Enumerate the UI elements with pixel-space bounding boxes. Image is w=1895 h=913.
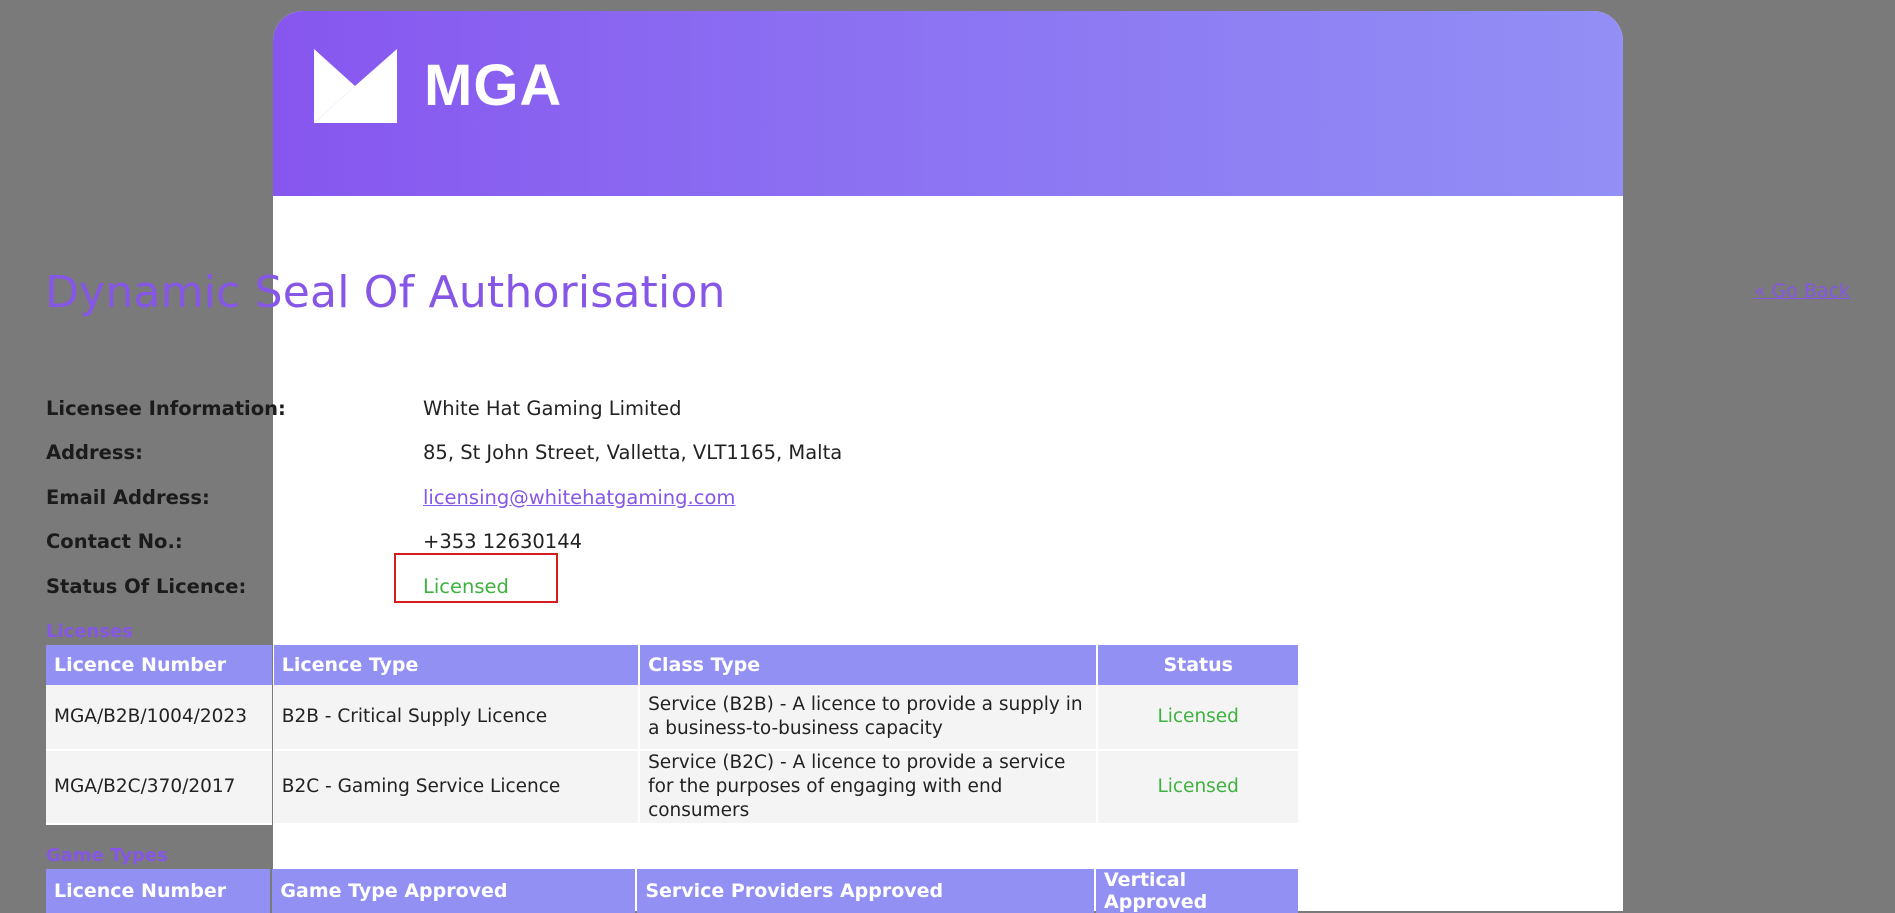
header-banner: MGA (273, 11, 1623, 196)
status-highlight-box (394, 553, 558, 603)
col-service-providers-approved: Service Providers Approved (637, 869, 1095, 913)
address-row: Address: 85, St John Street, Valletta, V… (46, 431, 842, 476)
col-licence-type: Licence Type (273, 645, 639, 685)
status-cell: Licensed (1098, 685, 1298, 751)
email-link[interactable]: licensing@whitehatgaming.com (423, 486, 735, 509)
col-game-type-approved: Game Type Approved (272, 869, 636, 913)
logo-text: MGA (424, 53, 563, 118)
licence-number-cell: MGA/B2C/370/2017 (46, 751, 272, 825)
col-gt-licence-number: Licence Number (46, 869, 271, 913)
contact-value: +353 12630144 (423, 530, 583, 554)
licenses-header-row: Licence Number Licence Type Class Type S… (46, 645, 1298, 685)
page-title: Dynamic Seal Of Authorisation (45, 267, 726, 318)
col-class-type: Class Type (640, 645, 1097, 685)
licensee-label: Licensee Information: (46, 396, 286, 420)
address-label: Address: (46, 441, 143, 465)
status-cell: Licensed (1098, 751, 1298, 825)
contact-label: Contact No.: (46, 530, 183, 554)
game-types-table: Licence Number Game Type Approved Servic… (44, 869, 1300, 913)
class-type-cell: Service (B2C) - A licence to provide a s… (640, 751, 1097, 825)
col-licence-number: Licence Number (46, 645, 272, 685)
game-types-header-row: Licence Number Game Type Approved Servic… (46, 869, 1298, 913)
licensee-row: Licensee Information: White Hat Gaming L… (46, 386, 842, 431)
col-vertical-approved: Vertical Approved (1096, 869, 1298, 913)
email-row: Email Address: licensing@whitehatgaming.… (46, 475, 842, 520)
go-back-link[interactable]: « Go Back (1754, 280, 1850, 302)
mga-logo[interactable]: MGA (314, 49, 562, 123)
status-label: Status Of Licence: (46, 574, 247, 598)
licence-number-cell: MGA/B2B/1004/2023 (46, 685, 272, 751)
game-types-section-title: Game Types (46, 845, 168, 866)
address-value: 85, St John Street, Valletta, VLT1165, M… (423, 441, 843, 465)
licenses-table: Licence Number Licence Type Class Type S… (44, 645, 1300, 825)
email-label: Email Address: (46, 485, 210, 509)
licensee-value: White Hat Gaming Limited (423, 396, 682, 420)
licence-type-cell: B2C - Gaming Service Licence (273, 751, 639, 825)
licenses-section-title: Licenses (46, 621, 133, 642)
mga-logo-icon (314, 49, 397, 123)
table-row: MGA/B2C/370/2017 B2C - Gaming Service Li… (46, 751, 1298, 825)
licence-type-cell: B2B - Critical Supply Licence (273, 685, 639, 751)
table-row: MGA/B2B/1004/2023 B2B - Critical Supply … (46, 685, 1298, 751)
class-type-cell: Service (B2B) - A licence to provide a s… (640, 685, 1097, 751)
col-status: Status (1098, 645, 1298, 685)
